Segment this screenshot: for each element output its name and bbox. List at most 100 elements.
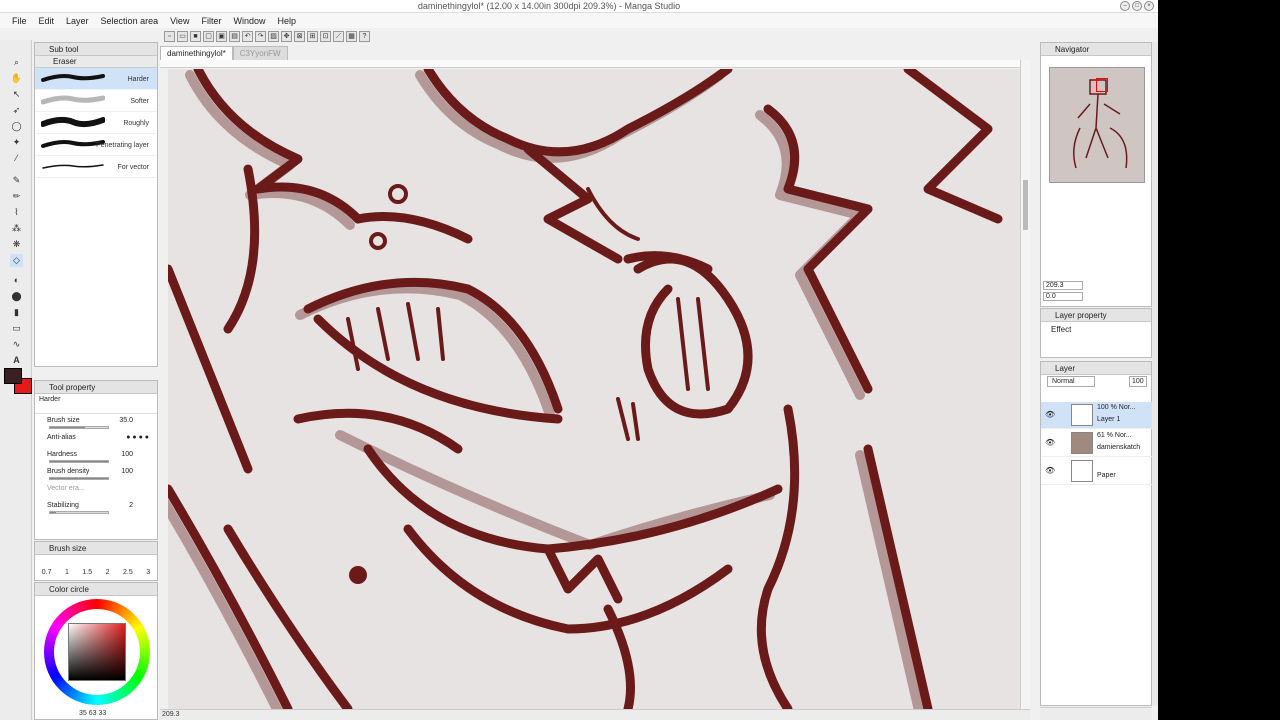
status-zoom[interactable]: 209.3 bbox=[162, 711, 180, 718]
brush-density-row: Brush density 100 bbox=[35, 465, 157, 482]
magic-wand-icon[interactable]: ✦ bbox=[10, 136, 23, 149]
sub-tool-item-roughly[interactable]: Roughly bbox=[35, 112, 157, 134]
paste-icon[interactable]: ▣ bbox=[216, 30, 227, 42]
invert-icon[interactable]: ⊞ bbox=[307, 30, 318, 42]
hardness-value[interactable]: 100 bbox=[121, 451, 133, 458]
new-icon[interactable]: ▫ bbox=[164, 30, 175, 42]
tab-daminethingylol[interactable]: daminethingylol* bbox=[160, 46, 233, 60]
brush-density-slider[interactable] bbox=[49, 477, 109, 480]
menu-help[interactable]: Help bbox=[271, 16, 302, 26]
copy-icon[interactable]: ▢ bbox=[203, 30, 214, 42]
grid-icon[interactable]: ▦ bbox=[346, 30, 357, 42]
fill-tool-icon[interactable]: ⬤ bbox=[10, 290, 23, 303]
select-tool-icon[interactable]: ↖ bbox=[10, 88, 23, 101]
brush-tool-icon[interactable]: ⌇ bbox=[10, 206, 23, 219]
undo-icon[interactable]: ↶ bbox=[242, 30, 253, 42]
move-tool-icon[interactable]: ✋ bbox=[10, 72, 23, 85]
layer-name: Layer 1 bbox=[1097, 416, 1121, 423]
brush-size-value[interactable]: 35.0 bbox=[119, 417, 133, 424]
sub-tool-group-tab[interactable]: Eraser bbox=[35, 56, 157, 68]
navigator-controls: 209.3 0.0 bbox=[1043, 281, 1149, 303]
zoom-tool-icon[interactable]: ⌕ bbox=[10, 56, 23, 69]
close-button[interactable]: × bbox=[1144, 1, 1154, 11]
minimize-button[interactable]: – bbox=[1120, 1, 1130, 11]
drawing-canvas[interactable] bbox=[168, 69, 1020, 709]
ruler-icon[interactable]: ⟋ bbox=[333, 30, 344, 42]
canvas-vertical-scrollbar[interactable] bbox=[1020, 60, 1030, 709]
line-tool-icon[interactable]: ∿ bbox=[10, 338, 23, 351]
menu-window[interactable]: Window bbox=[227, 16, 271, 26]
layer-row-paper[interactable]: 👁 Paper bbox=[1041, 458, 1153, 485]
right-dock-scrollbar[interactable] bbox=[1152, 42, 1158, 706]
brush-size-header: Brush size bbox=[35, 542, 157, 555]
brush-size-row: Brush size 35.0 bbox=[35, 414, 157, 431]
text-tool-icon[interactable]: A bbox=[10, 354, 23, 367]
vector-eraser-label[interactable]: Vector era... bbox=[47, 485, 85, 492]
tab-c3yyonfw[interactable]: C3YyonFW bbox=[232, 46, 288, 60]
sub-tool-item-for-vector[interactable]: For vector bbox=[35, 156, 157, 178]
size-preset[interactable]: 2.5 bbox=[123, 569, 133, 576]
layer-property-header: Layer property bbox=[1041, 309, 1151, 322]
brush-size-label: Brush size bbox=[47, 417, 80, 424]
help-icon[interactable]: ? bbox=[359, 30, 370, 42]
menu-filter[interactable]: Filter bbox=[195, 16, 227, 26]
eyedropper-icon[interactable]: ⁄ bbox=[10, 152, 23, 165]
layer-row-layer-1[interactable]: 👁 100 % Nor... Layer 1 bbox=[1041, 402, 1153, 429]
size-preset[interactable]: 2 bbox=[106, 569, 110, 576]
navigator-thumbnail[interactable] bbox=[1049, 67, 1145, 183]
brush-density-value[interactable]: 100 bbox=[121, 468, 133, 475]
sub-tool-item-harder[interactable]: Harder bbox=[35, 68, 157, 90]
open-icon[interactable]: ▭ bbox=[177, 30, 188, 42]
brush-size-slider[interactable] bbox=[49, 426, 109, 429]
snap-icon[interactable]: ⊡ bbox=[320, 30, 331, 42]
hue-ring[interactable] bbox=[44, 599, 150, 705]
blend-mode-select[interactable]: Normal bbox=[1047, 376, 1095, 387]
print-icon[interactable]: ▤ bbox=[229, 30, 240, 42]
deselect-icon[interactable]: ⊠ bbox=[294, 30, 305, 42]
hardness-slider[interactable] bbox=[49, 460, 109, 463]
airbrush-tool-icon[interactable]: ⁂ bbox=[10, 222, 23, 235]
eye-icon[interactable]: 👁 bbox=[1045, 410, 1055, 419]
save-icon[interactable]: ■ bbox=[190, 30, 201, 42]
size-preset[interactable]: 1 bbox=[65, 569, 69, 576]
stabilizing-value[interactable]: 2 bbox=[129, 502, 133, 509]
eye-icon[interactable]: 👁 bbox=[1045, 438, 1055, 447]
gradient-tool-icon[interactable]: ▮ bbox=[10, 306, 23, 319]
navigator-viewbox[interactable] bbox=[1096, 78, 1108, 92]
saturation-value-square[interactable] bbox=[68, 623, 126, 681]
maximize-button[interactable]: □ bbox=[1132, 1, 1142, 11]
transform-icon[interactable]: ✥ bbox=[281, 30, 292, 42]
figure-tool-icon[interactable]: ▭ bbox=[10, 322, 23, 335]
zoom-input[interactable]: 209.3 bbox=[1043, 281, 1083, 290]
pen-tool-icon[interactable]: ✎ bbox=[10, 174, 23, 187]
manga-studio-window: daminethingylol* (12.00 x 14.00in 300dpi… bbox=[0, 0, 1158, 720]
brush-size-panel: Brush size 0.7 1 1.5 2 2.5 3 bbox=[34, 541, 158, 581]
size-preset[interactable]: 3 bbox=[146, 569, 150, 576]
preview-label: Harder bbox=[39, 396, 61, 403]
antialias-options[interactable]: ● ● ● ● bbox=[126, 434, 149, 441]
pencil-tool-icon[interactable]: ✏ bbox=[10, 190, 23, 203]
blend-tool-icon[interactable]: ◐ bbox=[10, 274, 23, 287]
sub-tool-item-softer[interactable]: Softer bbox=[35, 90, 157, 112]
layer-opacity-input[interactable]: 100 bbox=[1129, 376, 1147, 387]
rotation-input[interactable]: 0.0 bbox=[1043, 292, 1083, 301]
clear-icon[interactable]: ▨ bbox=[268, 30, 279, 42]
menu-edit[interactable]: Edit bbox=[33, 16, 61, 26]
stabilizing-slider[interactable] bbox=[49, 511, 109, 514]
main-color-swatch[interactable] bbox=[4, 368, 22, 384]
layer-panel: Layer Normal 100 👁 100 % Nor... Layer 1 … bbox=[1040, 361, 1153, 706]
menu-view[interactable]: View bbox=[164, 16, 195, 26]
size-preset[interactable]: 1.5 bbox=[82, 569, 92, 576]
sub-tool-item-penetrating-layer[interactable]: Penetrating layer bbox=[35, 134, 157, 156]
eraser-tool-icon[interactable]: ◇ bbox=[10, 254, 23, 267]
menu-file[interactable]: File bbox=[6, 16, 33, 26]
redo-icon[interactable]: ↷ bbox=[255, 30, 266, 42]
menu-selection-area[interactable]: Selection area bbox=[95, 16, 165, 26]
size-preset[interactable]: 0.7 bbox=[42, 569, 52, 576]
operation-tool-icon[interactable]: ➶ bbox=[10, 104, 23, 117]
lasso-tool-icon[interactable]: ◯ bbox=[10, 120, 23, 133]
eye-icon[interactable]: 👁 bbox=[1045, 466, 1055, 475]
menu-layer[interactable]: Layer bbox=[60, 16, 95, 26]
layer-row-damienskatch[interactable]: 👁 61 % Nor... damienskatch bbox=[1041, 430, 1153, 457]
decoration-tool-icon[interactable]: ❋ bbox=[10, 238, 23, 251]
